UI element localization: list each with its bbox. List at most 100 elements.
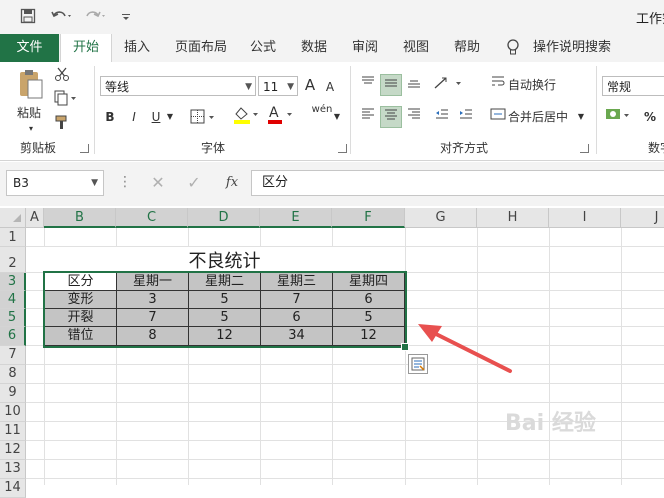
undo-icon[interactable] xyxy=(50,8,74,24)
align-center-icon[interactable] xyxy=(380,106,402,128)
format-painter-icon[interactable] xyxy=(52,114,72,136)
font-name-combo[interactable]: 等线 ▼ xyxy=(100,76,256,96)
tab-page-layout[interactable]: 页面布局 xyxy=(175,34,227,62)
column-header[interactable]: H xyxy=(477,208,549,228)
font-launcher-icon[interactable] xyxy=(338,144,347,153)
paste-dropdown-icon[interactable]: ▾ xyxy=(26,118,36,140)
redo-icon[interactable] xyxy=(84,8,108,24)
gridline xyxy=(26,478,664,479)
gridline xyxy=(26,459,664,460)
gridline xyxy=(26,364,664,365)
column-header[interactable]: E xyxy=(260,208,332,228)
column-header[interactable]: I xyxy=(549,208,621,228)
row-header[interactable]: 12 xyxy=(0,441,26,460)
column-header[interactable]: D xyxy=(188,208,260,228)
column-header[interactable]: A xyxy=(26,208,44,228)
shrink-font-icon: A xyxy=(325,80,335,94)
tab-review[interactable]: 审阅 xyxy=(352,34,378,62)
row-header[interactable]: 11 xyxy=(0,422,26,441)
chevron-down-icon[interactable]: ▼ xyxy=(332,106,342,128)
gridline xyxy=(26,383,664,384)
underline-button[interactable]: U xyxy=(148,106,164,128)
watermark: Bai 经验 xyxy=(505,411,596,436)
copy-icon[interactable] xyxy=(52,90,80,112)
accounting-format-icon[interactable] xyxy=(604,106,636,128)
font-color-button[interactable]: A xyxy=(266,104,296,126)
row-header[interactable]: 1 xyxy=(0,228,26,247)
chevron-down-icon[interactable]: ▼ xyxy=(574,106,588,128)
wrap-text-button[interactable]: 自动换行 xyxy=(508,74,556,96)
row-header[interactable]: 9 xyxy=(0,384,26,403)
row-header[interactable]: 8 xyxy=(0,365,26,384)
formula-input[interactable]: 区分 xyxy=(251,170,664,196)
row-header[interactable]: 14 xyxy=(0,479,26,498)
align-left-icon[interactable] xyxy=(358,106,378,128)
tab-data[interactable]: 数据 xyxy=(301,34,327,62)
tell-me-search[interactable]: 操作说明搜索 xyxy=(533,34,611,62)
decrease-indent-icon[interactable] xyxy=(432,106,452,128)
row-header[interactable]: 2 xyxy=(0,247,26,273)
column-header[interactable]: B xyxy=(44,208,116,228)
alignment-launcher-icon[interactable] xyxy=(580,144,589,153)
cut-icon[interactable] xyxy=(52,66,72,88)
grow-font-button[interactable]: A xyxy=(302,74,318,96)
row-header[interactable]: 5 xyxy=(0,309,26,327)
align-middle-icon[interactable] xyxy=(380,74,402,96)
lightbulb-icon xyxy=(506,34,526,62)
row-header[interactable]: 13 xyxy=(0,460,26,479)
row-header[interactable]: 4 xyxy=(0,291,26,309)
font-name-value: 等线 xyxy=(105,80,130,94)
paste-icon[interactable] xyxy=(14,68,48,104)
wrap-text-icon[interactable] xyxy=(488,74,508,96)
row-header[interactable]: 7 xyxy=(0,346,26,365)
percent-icon[interactable]: % xyxy=(640,106,660,128)
title-bar: 工作簿 xyxy=(0,0,664,34)
clipboard-launcher-icon[interactable] xyxy=(80,144,89,153)
increase-indent-icon[interactable] xyxy=(456,106,476,128)
font-size-combo[interactable]: 11 ▼ xyxy=(258,76,298,96)
insert-function-icon[interactable]: fx xyxy=(220,172,244,194)
phonetic-guide-button[interactable]: wén xyxy=(310,104,334,126)
group-divider xyxy=(350,66,351,154)
align-bottom-icon[interactable] xyxy=(404,74,424,96)
save-icon[interactable] xyxy=(20,8,36,24)
italic-button[interactable]: I xyxy=(126,106,142,128)
merge-center-icon[interactable] xyxy=(488,106,508,128)
row-header[interactable]: 10 xyxy=(0,403,26,422)
tab-formulas[interactable]: 公式 xyxy=(250,34,276,62)
column-header[interactable]: J xyxy=(621,208,664,228)
column-header[interactable]: C xyxy=(116,208,188,228)
tab-insert[interactable]: 插入 xyxy=(124,34,150,62)
column-header[interactable]: G xyxy=(405,208,477,228)
chevron-down-icon[interactable]: ▼ xyxy=(164,106,176,128)
tab-help[interactable]: 帮助 xyxy=(454,34,480,62)
tab-file[interactable]: 文件 xyxy=(0,34,59,62)
annotation-arrow-icon xyxy=(418,324,512,373)
enter-icon[interactable]: ✓ xyxy=(184,172,204,194)
align-right-icon[interactable] xyxy=(404,106,424,128)
select-all-corner[interactable] xyxy=(0,208,26,228)
column-header[interactable]: F xyxy=(332,208,405,228)
fill-handle[interactable] xyxy=(401,343,409,351)
group-divider xyxy=(94,66,95,154)
phonetic-guide-icon: wén xyxy=(311,104,333,115)
bold-button[interactable]: B xyxy=(102,106,118,128)
table-title[interactable]: 不良统计 xyxy=(44,247,405,273)
tab-home[interactable]: 开始 xyxy=(60,34,112,64)
chevron-down-icon: ▼ xyxy=(91,178,98,188)
borders-icon[interactable] xyxy=(190,106,218,128)
customize-icon[interactable] xyxy=(120,8,132,24)
ribbon-tabs: 文件 开始 插入 页面布局 公式 数据 审阅 视图 帮助 操作说明搜索 xyxy=(0,34,664,64)
shrink-font-button[interactable]: A xyxy=(322,76,338,98)
row-header[interactable]: 6 xyxy=(0,327,26,346)
number-format-combo[interactable]: 常规 xyxy=(602,76,664,96)
tab-view[interactable]: 视图 xyxy=(403,34,429,62)
row-header[interactable]: 3 xyxy=(0,273,26,291)
orientation-icon[interactable] xyxy=(432,74,468,96)
align-top-icon[interactable] xyxy=(358,74,378,96)
fill-color-icon[interactable] xyxy=(232,104,262,126)
number-format-value: 常规 xyxy=(607,80,632,94)
name-box[interactable]: B3 ▼ xyxy=(6,170,104,196)
merge-center-button[interactable]: 合并后居中 xyxy=(508,106,568,128)
cancel-icon[interactable]: ✕ xyxy=(148,172,168,194)
